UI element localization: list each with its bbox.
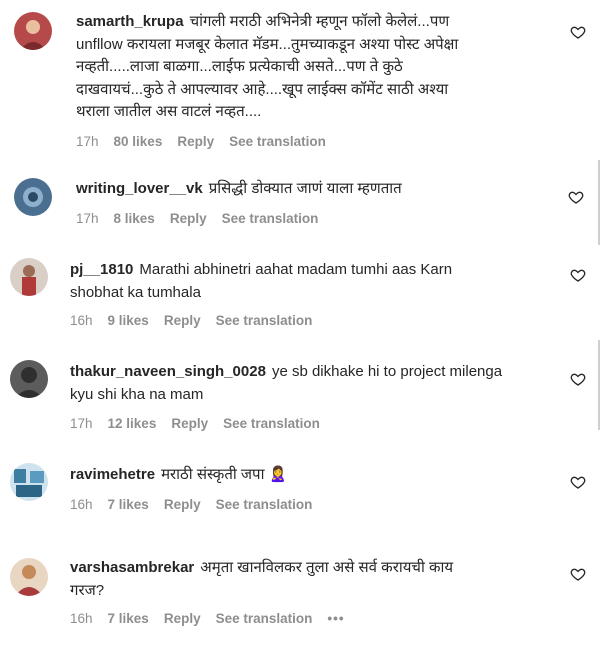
likes-count[interactable]: 80 likes bbox=[114, 134, 163, 149]
heart-icon[interactable] bbox=[570, 267, 586, 283]
see-translation-button[interactable]: See translation bbox=[216, 313, 313, 328]
comment-username[interactable]: writing_lover__vk bbox=[76, 180, 203, 197]
comment-meta: 17h 12 likes Reply See translation bbox=[70, 416, 320, 431]
comment-text: मराठी संस्कृती जपा 🙎‍♀️ bbox=[161, 466, 288, 483]
comment-meta: 17h 80 likes Reply See translation bbox=[76, 134, 326, 149]
scrollbar-segment[interactable] bbox=[598, 340, 600, 430]
see-translation-button[interactable]: See translation bbox=[222, 211, 319, 226]
see-translation-button[interactable]: See translation bbox=[223, 416, 320, 431]
likes-count[interactable]: 7 likes bbox=[108, 497, 149, 512]
see-translation-button[interactable]: See translation bbox=[216, 611, 313, 626]
comment-username[interactable]: samarth_krupa bbox=[76, 13, 184, 30]
comment-meta: 16h 7 likes Reply See translation bbox=[70, 497, 312, 512]
comment-time: 17h bbox=[76, 211, 99, 226]
comment-username[interactable]: thakur_naveen_singh_0028 bbox=[70, 363, 266, 380]
comment-body: writing_lover__vk प्रसिद्धी डोक्यात जाणं … bbox=[76, 178, 546, 201]
comment-time: 17h bbox=[70, 416, 93, 431]
comment-body: varshasambrekar अमृता खानविलकर तुला असे स… bbox=[70, 557, 540, 602]
likes-count[interactable]: 7 likes bbox=[108, 611, 149, 626]
reply-button[interactable]: Reply bbox=[164, 611, 201, 626]
reply-button[interactable]: Reply bbox=[171, 416, 208, 431]
avatar[interactable] bbox=[10, 463, 48, 501]
heart-icon[interactable] bbox=[570, 24, 586, 40]
comment-meta: 17h 8 likes Reply See translation bbox=[76, 211, 318, 226]
scrollbar-segment[interactable] bbox=[598, 160, 600, 245]
reply-button[interactable]: Reply bbox=[164, 497, 201, 512]
more-options-icon[interactable]: ••• bbox=[327, 611, 344, 626]
see-translation-button[interactable]: See translation bbox=[216, 497, 313, 512]
reply-button[interactable]: Reply bbox=[170, 211, 207, 226]
comment-time: 16h bbox=[70, 497, 93, 512]
comment-body: samarth_krupa चांगली मराठी अभिनेत्री म्हण… bbox=[76, 11, 546, 124]
comment-username[interactable]: pj__1810 bbox=[70, 261, 133, 278]
avatar[interactable] bbox=[14, 12, 52, 50]
heart-icon[interactable] bbox=[568, 189, 584, 205]
avatar[interactable] bbox=[14, 178, 52, 216]
likes-count[interactable]: 8 likes bbox=[114, 211, 155, 226]
avatar[interactable] bbox=[10, 558, 48, 596]
likes-count[interactable]: 9 likes bbox=[108, 313, 149, 328]
comment-meta: 16h 9 likes Reply See translation bbox=[70, 313, 312, 328]
likes-count[interactable]: 12 likes bbox=[108, 416, 157, 431]
comment-time: 16h bbox=[70, 611, 93, 626]
see-translation-button[interactable]: See translation bbox=[229, 134, 326, 149]
comment-body: pj__1810 Marathi abhinetri aahat madam tu… bbox=[70, 259, 540, 304]
comment-body: thakur_naveen_singh_0028 ye sb dikhake hi… bbox=[70, 361, 550, 406]
comment-time: 16h bbox=[70, 313, 93, 328]
comment-username[interactable]: varshasambrekar bbox=[70, 559, 194, 576]
comment-meta: 16h 7 likes Reply See translation ••• bbox=[70, 611, 345, 626]
reply-button[interactable]: Reply bbox=[164, 313, 201, 328]
reply-button[interactable]: Reply bbox=[177, 134, 214, 149]
comment-username[interactable]: ravimehetre bbox=[70, 466, 155, 483]
comment-body: ravimehetre मराठी संस्कृती जपा 🙎‍♀️ bbox=[70, 464, 540, 487]
heart-icon[interactable] bbox=[570, 474, 586, 490]
comment-text: प्रसिद्धी डोक्यात जाणं याला म्हणतात bbox=[208, 180, 402, 197]
heart-icon[interactable] bbox=[570, 371, 586, 387]
heart-icon[interactable] bbox=[570, 566, 586, 582]
avatar[interactable] bbox=[10, 258, 48, 296]
avatar[interactable] bbox=[10, 360, 48, 398]
comment-time: 17h bbox=[76, 134, 99, 149]
